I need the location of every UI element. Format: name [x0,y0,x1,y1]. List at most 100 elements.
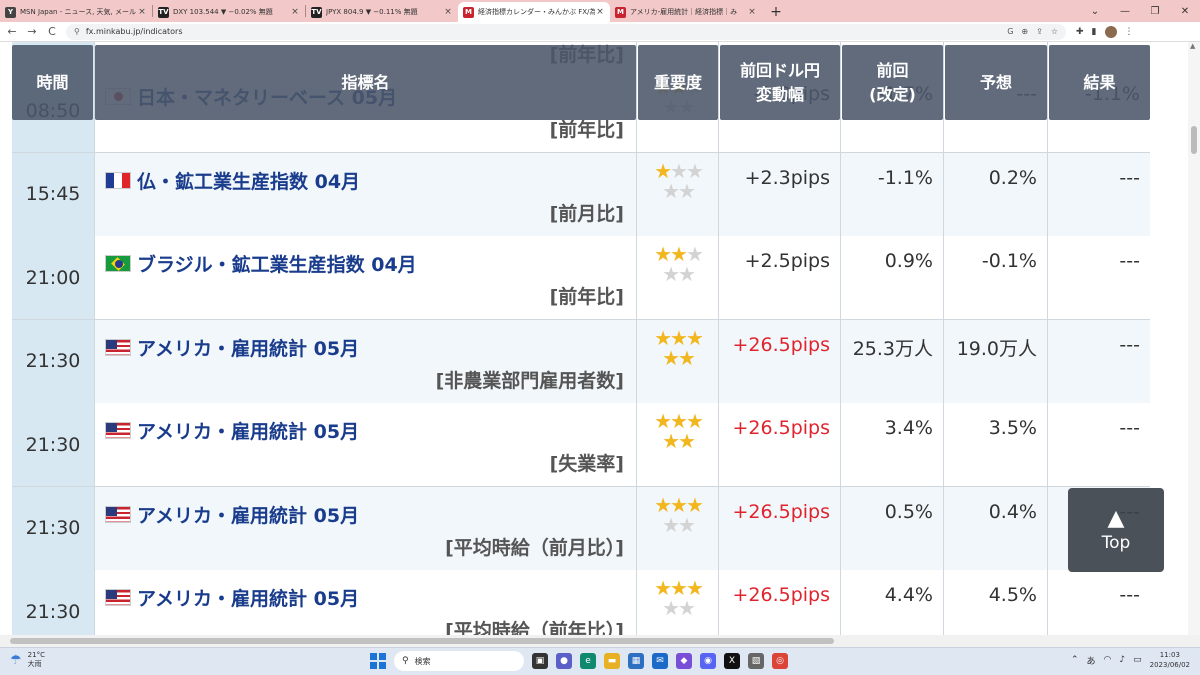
vertical-scroll-thumb[interactable] [1191,126,1197,154]
maximize-icon[interactable]: ❐ [1140,6,1170,17]
address-bar: ← → C ⚲ fx.minkabu.jp/indicators G ⊕ ⇪ ☆… [0,22,1200,42]
chrome-icon[interactable]: ◎ [772,653,788,669]
flag-us-icon [105,505,131,523]
table-row: 21:30 アメリカ・雇用統計 05月 [失業率] ★★★ ★★ +26.5pips 3.4… [12,403,1150,487]
back-to-top-button[interactable]: ▲ Top [1068,488,1164,572]
star-empty-icon: ★ [678,262,696,286]
tab-search-icon[interactable]: ⌄ [1080,6,1110,17]
importance-stars: ★★★★★ [647,328,709,368]
web-page: 08:00[前年比]08:50日本・マネタリーベース 05月[前年比]★★★★★… [0,42,1200,635]
extensions-icon[interactable]: ✚ [1076,27,1084,37]
browser-tab[interactable]: M 経済指標カレンダー・みんかぶ FX/為 × [458,2,610,22]
indicator-link[interactable]: アメリカ・雇用統計 05月 [105,417,359,444]
horizontal-scroll-thumb[interactable] [10,638,834,644]
forward-icon[interactable]: → [24,25,40,38]
time-cell: 21:30 [12,403,95,486]
google-icon[interactable]: G [1007,27,1013,36]
tray-expand-icon[interactable]: ⌃ [1071,655,1079,665]
previous-cell: 0.5% [841,486,944,570]
side-panel-icon[interactable]: ▮ [1092,27,1097,37]
new-tab-button[interactable]: + [766,2,786,22]
weather-widget[interactable]: ☂ 21°C 大雨 [10,651,45,669]
minimize-icon[interactable]: — [1110,6,1140,17]
share-icon[interactable]: ⇪ [1036,27,1043,36]
browser-tab-strip: Y MSN Japan - ニュース, 天気, メール × TV DXY 103.544… [0,0,1200,22]
indicator-link[interactable]: アメリカ・雇用統計 05月 [105,334,359,361]
tab-close-icon[interactable]: × [595,7,605,17]
browser-tab[interactable]: TV JPYX 804.9 ▼ −0.11% 無題 × [306,2,458,22]
extension-area: ✚ ▮ ⋮ [1076,25,1134,38]
battery-icon[interactable]: ▭ [1133,655,1142,665]
browser-tab[interactable]: M アメリカ-雇用統計｜経済指標｜み × [610,2,762,22]
file-explorer-icon[interactable]: ▬ [604,653,620,669]
indicator-link[interactable]: アメリカ・雇用統計 05月 [105,584,359,611]
tab-close-icon[interactable]: × [443,7,453,17]
app-icon[interactable]: ▧ [748,653,764,669]
indicator-name: アメリカ・雇用統計 05月 [137,337,360,360]
star-empty-icon: ★ [678,178,696,203]
indicator-link[interactable]: ブラジル・鉱工業生産指数 04月 [105,250,417,277]
zoom-icon[interactable]: ⊕ [1021,27,1028,36]
indicator-link[interactable]: 仏・鉱工業生産指数 04月 [105,167,360,194]
browser-tab[interactable]: Y MSN Japan - ニュース, 天気, メール × [0,2,152,22]
mail-icon[interactable]: ✉ [652,653,668,669]
copilot-icon[interactable]: ◆ [676,653,692,669]
store-icon[interactable]: ▦ [628,653,644,669]
importance-cell: ★★★★★ [637,486,719,570]
favicon-icon: M [615,6,626,18]
importance-stars: ★★★★★ [647,578,709,618]
profile-avatar[interactable] [1104,25,1117,38]
importance-cell: ★★★★★ [637,236,719,319]
header-importance: 重要度 [638,45,718,120]
horizontal-scrollbar[interactable] [0,635,1200,647]
indicator-link[interactable]: アメリカ・雇用統計 05月 [105,501,359,528]
header-previous: 前回 (改定) [842,45,943,120]
clock[interactable]: 11:03 2023/06/02 [1150,650,1190,670]
favicon-icon: TV [311,6,322,18]
tab-close-icon[interactable]: × [137,7,147,17]
bookmark-star-icon[interactable]: ☆ [1051,27,1058,36]
chat-icon[interactable]: ● [556,653,572,669]
close-window-icon[interactable]: ✕ [1170,6,1200,17]
importance-cell: ★★★★★ [637,152,719,236]
importance-stars: ★★★★★ [647,495,709,535]
scroll-up-icon[interactable]: ▲ [1190,42,1195,50]
back-icon[interactable]: ← [4,25,20,38]
star-filled-icon: ★ [662,345,680,370]
pips-value: +26.5pips [732,500,830,523]
name-cell: アメリカ・雇用統計 05月 [平均時給（前月比）] [95,486,637,570]
previous-value: 3.4% [884,417,933,439]
weather-desc: 大雨 [27,660,42,668]
menu-icon[interactable]: ⋮ [1125,27,1134,37]
indicator-name: ブラジル・鉱工業生産指数 04月 [137,254,417,276]
star-empty-icon: ★ [662,262,680,286]
tab-close-icon[interactable]: × [290,7,300,17]
xm-icon[interactable]: X [724,653,740,669]
tab-close-icon[interactable]: × [747,7,757,17]
time-text: 21:30 [25,350,81,372]
ime-indicator[interactable]: あ [1087,654,1096,667]
result-cell: --- [1048,153,1150,236]
start-icon[interactable] [370,653,386,669]
discord-icon[interactable]: ◉ [700,653,716,669]
result-cell: --- [1048,236,1150,319]
favicon-icon: M [463,6,474,18]
reload-icon[interactable]: C [44,25,60,38]
pips-value: +2.3pips [744,166,830,189]
name-cell: ブラジル・鉱工業生産指数 04月 [前年比] [95,236,637,319]
indicator-sub: [前月比] [549,202,624,225]
previous-cell: 0.9% [841,236,944,319]
volume-icon[interactable]: ♪ [1119,655,1125,665]
indicator-sub: [非農業部門雇用者数] [435,369,624,392]
taskbar-search[interactable]: ⚲ 検索 [394,651,524,671]
edge-icon[interactable]: e [580,653,596,669]
site-info-icon[interactable]: ⚲ [74,27,80,36]
vertical-scrollbar[interactable]: ▲ [1188,42,1200,635]
top-label: Top [1101,533,1131,553]
task-view-icon[interactable]: ▣ [532,653,548,669]
url-input[interactable]: ⚲ fx.minkabu.jp/indicators G ⊕ ⇪ ☆ [66,23,1066,40]
clock-date: 2023/06/02 [1149,661,1190,669]
wifi-icon[interactable]: ◠ [1104,655,1112,665]
browser-tab[interactable]: TV DXY 103.544 ▼ −0.02% 無題 × [153,2,305,22]
indicator-table: 08:00[前年比]08:50日本・マネタリーベース 05月[前年比]★★★★★… [12,42,1150,635]
